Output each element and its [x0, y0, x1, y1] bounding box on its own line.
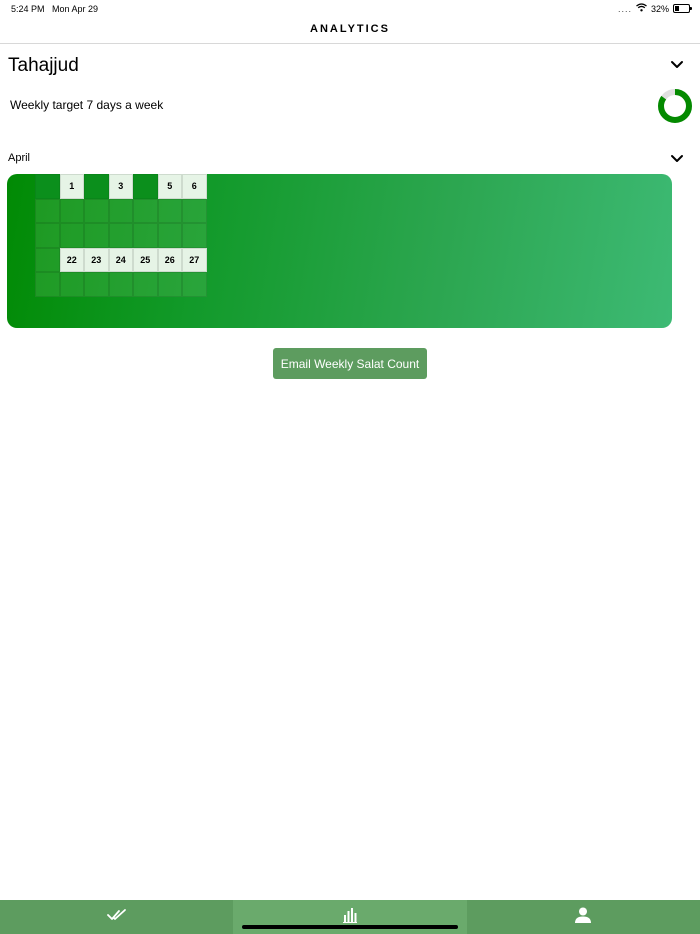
home-indicator	[242, 925, 458, 929]
calendar-day-cell[interactable]	[108, 223, 133, 248]
calendar-day-cell[interactable]	[157, 272, 182, 297]
calendar-empty-cell	[84, 174, 109, 199]
calendar-day-cell[interactable]	[35, 198, 60, 223]
calendar-day-cell[interactable]: 26	[157, 247, 182, 272]
prayer-name: Tahajjud	[8, 55, 79, 76]
calendar-day-cell[interactable]	[84, 198, 109, 223]
month-label: April	[8, 152, 31, 164]
calendar-day-cell[interactable]: 27	[182, 247, 207, 272]
tab-profile[interactable]	[467, 900, 700, 934]
tab-checklist[interactable]	[0, 900, 233, 934]
calendar-day-cell[interactable]	[133, 198, 158, 223]
status-date: Mon Apr 29	[52, 4, 99, 14]
calendar-day-cell[interactable]: 25	[133, 247, 158, 272]
calendar-day-cell[interactable]	[35, 247, 60, 272]
calendar-day-cell[interactable]	[133, 223, 158, 248]
prayer-dropdown-chevron-icon[interactable]	[670, 57, 684, 75]
person-icon	[574, 907, 592, 928]
calendar-day-cell[interactable]	[84, 223, 109, 248]
calendar-day-cell[interactable]	[133, 272, 158, 297]
calendar-day-cell[interactable]	[157, 198, 182, 223]
calendar-day-cell[interactable]: 22	[59, 247, 84, 272]
battery-percent: 32%	[650, 3, 669, 14]
calendar-day-cell[interactable]	[182, 223, 207, 248]
calendar-day-cell[interactable]	[35, 272, 60, 297]
status-indicators: .... 32%	[617, 3, 692, 14]
calendar-day-cell[interactable]	[84, 272, 109, 297]
status-bar: 5:24 PM Mon Apr 29 .... 32%	[0, 0, 700, 18]
calendar-day-cell[interactable]: 5	[157, 174, 182, 199]
calendar-day-cell[interactable]	[157, 223, 182, 248]
page-title: ANALYTICS	[310, 23, 390, 35]
month-dropdown-chevron-icon[interactable]	[670, 151, 684, 169]
calendar-day-cell[interactable]	[59, 223, 84, 248]
calendar-day-cell[interactable]: 1	[59, 174, 84, 199]
calendar-day-cell[interactable]: 6	[182, 174, 207, 199]
calendar-day-cell[interactable]: 23	[84, 247, 109, 272]
wifi-icon	[636, 3, 647, 14]
progress-ring	[656, 87, 694, 130]
calendar-day-cell[interactable]	[59, 198, 84, 223]
calendar-day-cell[interactable]	[108, 272, 133, 297]
battery-icon	[673, 4, 692, 13]
double-check-icon	[106, 908, 127, 927]
calendar-day-cell[interactable]	[108, 198, 133, 223]
calendar-empty-cell	[133, 174, 158, 199]
calendar-day-cell[interactable]: 3	[108, 174, 133, 199]
calendar-empty-cell	[35, 174, 60, 199]
calendar-grid: 1 3 5 6 22 23 24 25 26 27	[35, 174, 207, 297]
weekly-target-text: Weekly target 7 days a week	[10, 98, 164, 112]
calendar-day-cell[interactable]	[182, 272, 207, 297]
email-weekly-count-button[interactable]: Email Weekly Salat Count	[273, 348, 427, 379]
battery-fill	[675, 6, 680, 11]
calendar-day-cell[interactable]	[59, 272, 84, 297]
cellular-dots-icon: ....	[617, 3, 632, 14]
calendar-day-cell[interactable]: 24	[108, 247, 133, 272]
calendar-day-cell[interactable]	[35, 223, 60, 248]
calendar-card: 1 3 5 6 22 23 24 25 26 27	[7, 174, 672, 328]
nav-bar: ANALYTICS	[0, 18, 700, 44]
calendar-day-cell[interactable]	[182, 198, 207, 223]
status-time: 5:24 PM	[11, 4, 45, 14]
analytics-screen: 5:24 PM Mon Apr 29 .... 32% ANALYTICS Ta…	[0, 0, 700, 934]
